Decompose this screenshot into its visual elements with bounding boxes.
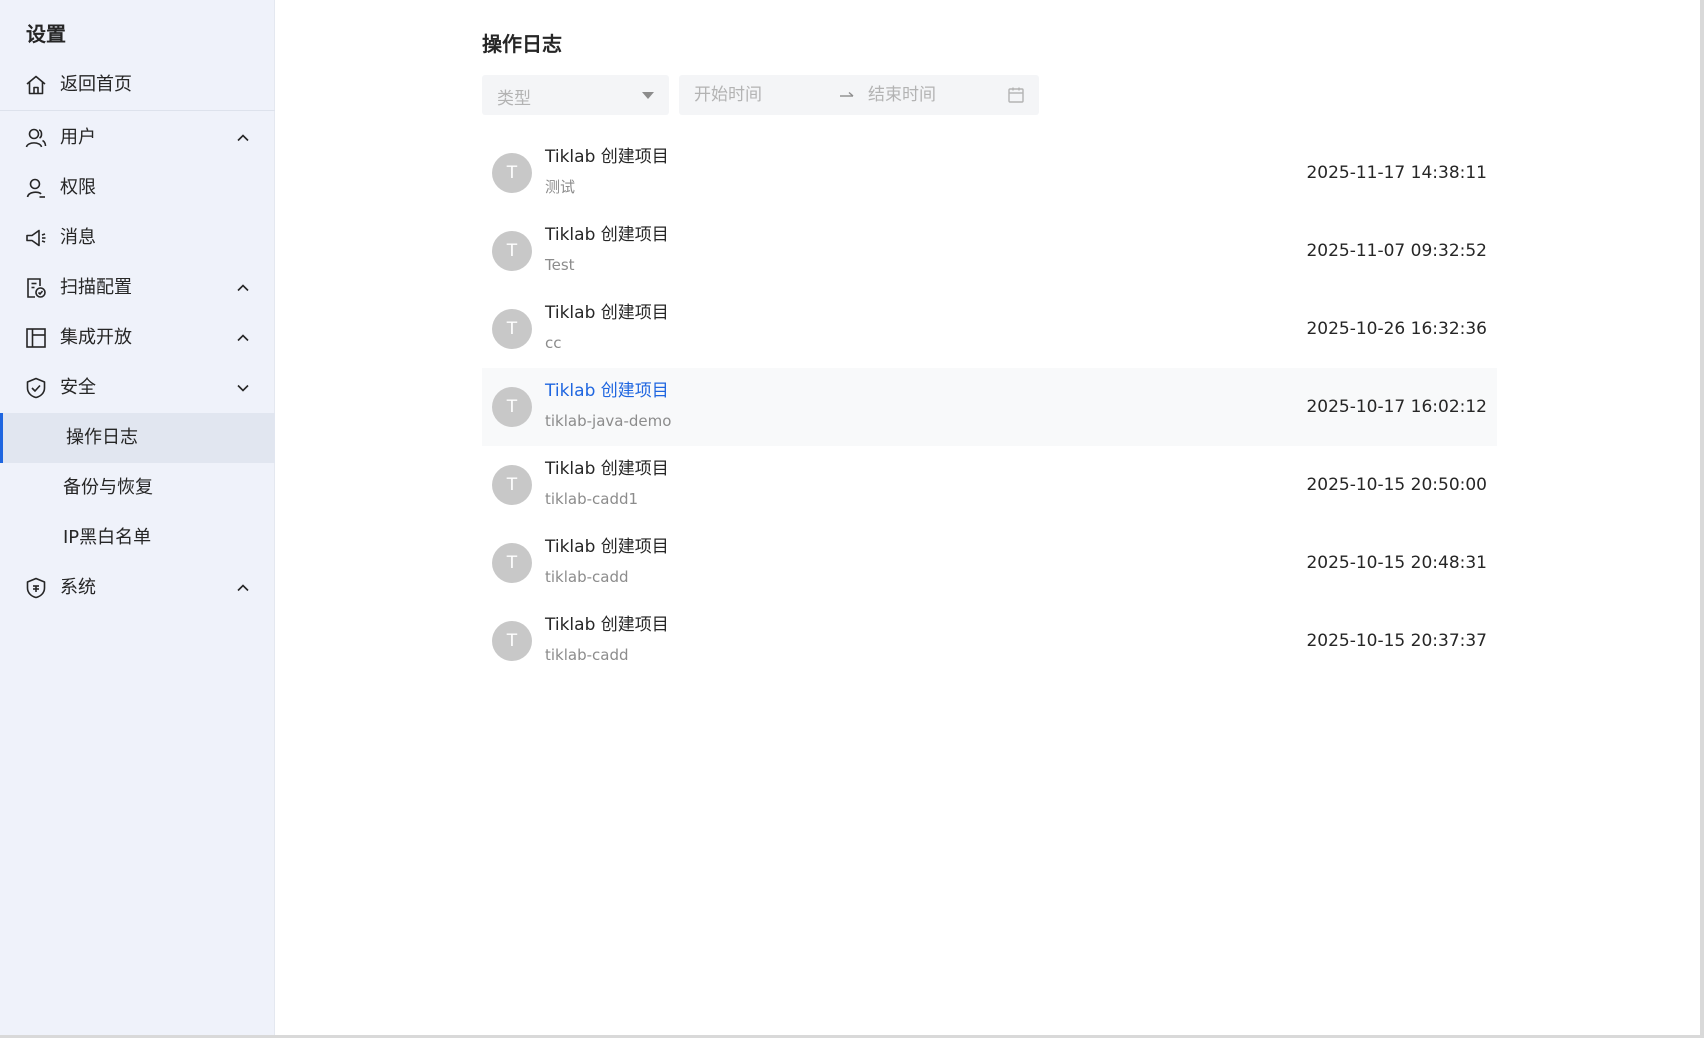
sidebar-item-label: 操作日志 (66, 427, 138, 448)
log-time: 2025-10-15 20:48:31 (1306, 553, 1487, 573)
sidebar: 设置 返回首页 用户 权限 消息 扫描配置 集成开放 安全 操作日志 备份与恢复… (0, 0, 275, 1038)
log-row[interactable]: T Tiklab 创建项目 测试 2025-11-17 14:38:11 (482, 134, 1497, 212)
log-title: Tiklab 创建项目 (545, 381, 669, 401)
log-title: Tiklab 创建项目 (545, 459, 669, 479)
page-title: 操作日志 (482, 32, 562, 56)
log-subtitle: Test (545, 256, 575, 274)
avatar: T (492, 621, 532, 661)
avatar: T (492, 543, 532, 583)
person-icon (24, 176, 48, 200)
sidebar-item-message[interactable]: 消息 (0, 213, 275, 263)
log-time: 2025-10-15 20:37:37 (1306, 631, 1487, 651)
sidebar-item-label: 安全 (60, 377, 96, 398)
sidebar-item-security[interactable]: 安全 (0, 363, 275, 413)
sidebar-item-permission[interactable]: 权限 (0, 163, 275, 213)
sidebar-item-ip-list[interactable]: IP黑白名单 (0, 513, 275, 563)
log-subtitle: tiklab-cadd (545, 568, 629, 586)
sidebar-item-label: 返回首页 (60, 74, 132, 95)
app-window: 设置 返回首页 用户 权限 消息 扫描配置 集成开放 安全 操作日志 备份与恢复… (0, 0, 1704, 1038)
sidebar-title: 设置 (26, 22, 66, 46)
log-time: 2025-10-15 20:50:00 (1306, 475, 1487, 495)
log-time: 2025-10-17 16:02:12 (1306, 397, 1487, 417)
log-row[interactable]: T Tiklab 创建项目 tiklab-cadd 2025-10-15 20:… (482, 602, 1497, 680)
sidebar-item-operation-log[interactable]: 操作日志 (0, 413, 275, 463)
document-check-icon (24, 276, 48, 300)
chevron-up-icon (233, 278, 253, 298)
log-subtitle: 测试 (545, 178, 576, 196)
log-subtitle: tiklab-cadd (545, 646, 629, 664)
chevron-up-icon (233, 328, 253, 348)
log-row[interactable]: T Tiklab 创建项目 tiklab-cadd1 2025-10-15 20… (482, 446, 1497, 524)
sidebar-item-system[interactable]: 系统 (0, 563, 275, 613)
sidebar-item-label: 集成开放 (60, 327, 132, 348)
type-select[interactable]: 类型 (482, 75, 669, 115)
avatar: T (492, 387, 532, 427)
shield-check-icon (24, 376, 48, 400)
sidebar-item-label: 消息 (60, 227, 96, 248)
log-time: 2025-11-07 09:32:52 (1306, 241, 1487, 261)
avatar: T (492, 309, 532, 349)
users-icon (24, 126, 48, 150)
sidebar-item-scan-config[interactable]: 扫描配置 (0, 263, 275, 313)
log-subtitle: cc (545, 334, 562, 352)
caret-down-icon (642, 92, 654, 99)
log-title: Tiklab 创建项目 (545, 225, 669, 245)
avatar: T (492, 231, 532, 271)
log-time: 2025-11-17 14:38:11 (1306, 163, 1487, 183)
end-date-input[interactable] (868, 75, 1008, 115)
log-title: Tiklab 创建项目 (545, 537, 669, 557)
sidebar-item-home[interactable]: 返回首页 (0, 60, 275, 110)
start-date-input[interactable] (694, 75, 834, 115)
log-row[interactable]: T Tiklab 创建项目 tiklab-cadd 2025-10-15 20:… (482, 524, 1497, 602)
layout-icon (24, 326, 48, 350)
sidebar-item-label: 用户 (60, 127, 96, 148)
avatar: T (492, 465, 532, 505)
chevron-up-icon (233, 128, 253, 148)
sidebar-item-label: 备份与恢复 (63, 477, 153, 498)
chevron-up-icon (233, 578, 253, 598)
shield-certificate-icon (24, 576, 48, 600)
sidebar-item-backup-restore[interactable]: 备份与恢复 (0, 463, 275, 513)
sidebar-divider (0, 110, 275, 111)
date-range-picker[interactable] (679, 75, 1039, 115)
calendar-icon[interactable] (1006, 85, 1026, 105)
log-title: Tiklab 创建项目 (545, 303, 669, 323)
home-icon (24, 73, 48, 97)
log-title: Tiklab 创建项目 (545, 147, 669, 167)
log-title: Tiklab 创建项目 (545, 615, 669, 635)
log-row[interactable]: T Tiklab 创建项目 tiklab-java-demo 2025-10-1… (482, 368, 1497, 446)
sidebar-item-label: IP黑白名单 (63, 527, 152, 548)
sidebar-item-integration[interactable]: 集成开放 (0, 313, 275, 363)
log-row[interactable]: T Tiklab 创建项目 cc 2025-10-26 16:32:36 (482, 290, 1497, 368)
sidebar-item-user[interactable]: 用户 (0, 113, 275, 163)
log-row[interactable]: T Tiklab 创建项目 Test 2025-11-07 09:32:52 (482, 212, 1497, 290)
window-edge-right (1700, 0, 1704, 1038)
log-subtitle: tiklab-cadd1 (545, 490, 639, 508)
megaphone-icon (24, 226, 48, 250)
sidebar-item-label: 扫描配置 (60, 277, 132, 298)
type-select-placeholder: 类型 (497, 89, 531, 109)
sidebar-item-label: 权限 (60, 177, 96, 198)
sidebar-item-label: 系统 (60, 577, 96, 598)
log-time: 2025-10-26 16:32:36 (1306, 319, 1487, 339)
chevron-down-icon (233, 378, 253, 398)
log-subtitle: tiklab-java-demo (545, 412, 672, 430)
arrow-right-icon (837, 85, 857, 105)
avatar: T (492, 153, 532, 193)
